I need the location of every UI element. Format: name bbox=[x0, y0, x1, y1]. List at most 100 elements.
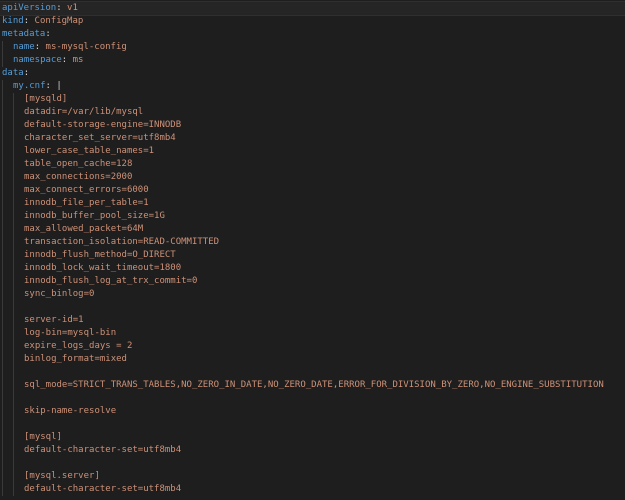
indent-guide bbox=[2, 197, 3, 210]
code-line[interactable]: innodb_flush_method=O_DIRECT bbox=[0, 249, 625, 262]
code-text: character_set_server=utf8mb4 bbox=[24, 132, 176, 145]
colon: : bbox=[23, 16, 30, 26]
indent-guide bbox=[2, 457, 3, 470]
code-text: skip-name-resolve bbox=[24, 405, 116, 418]
code-text: lower_case_table_names=1 bbox=[24, 145, 154, 158]
indent-guide bbox=[13, 379, 14, 392]
block-text: server-id=1 bbox=[24, 315, 84, 325]
code-text: [mysql] bbox=[24, 431, 62, 444]
code-line[interactable]: table_open_cache=128 bbox=[0, 158, 625, 171]
code-line[interactable]: expire_logs_days = 2 bbox=[0, 340, 625, 353]
code-text: default-character-set=utf8mb4 bbox=[24, 483, 181, 496]
indent-guide bbox=[2, 119, 3, 132]
code-line[interactable]: [mysql.server] bbox=[0, 470, 625, 483]
block-text: character_set_server=utf8mb4 bbox=[24, 133, 176, 143]
indent-guide bbox=[13, 119, 14, 132]
code-line[interactable]: my.cnf: | bbox=[0, 80, 625, 93]
indent-guide bbox=[13, 184, 14, 197]
block-text: [mysql] bbox=[24, 432, 62, 442]
code-line[interactable]: apiVersion: v1 bbox=[0, 1, 625, 16]
block-text: log-bin=mysql-bin bbox=[24, 328, 117, 338]
indent-guide bbox=[2, 275, 3, 288]
yaml-key: name bbox=[13, 42, 35, 52]
code-line[interactable]: max_allowed_packet=64M bbox=[0, 223, 625, 236]
yaml-value: ConfigMap bbox=[34, 16, 84, 26]
code-line[interactable]: kind: ConfigMap bbox=[0, 15, 625, 28]
block-text: lower_case_table_names=1 bbox=[24, 146, 155, 156]
code-line[interactable]: innodb_flush_log_at_trx_commit=0 bbox=[0, 275, 625, 288]
indent-guide bbox=[13, 158, 14, 171]
code-line[interactable]: transaction_isolation=READ-COMMITTED bbox=[0, 236, 625, 249]
colon: : bbox=[45, 29, 51, 39]
code-line[interactable]: data: bbox=[0, 67, 625, 80]
indent-guide bbox=[2, 236, 3, 249]
indent-guide bbox=[13, 275, 14, 288]
indent-guide bbox=[2, 392, 3, 405]
code-line[interactable]: name: ms-mysql-config bbox=[0, 41, 625, 54]
block-text: binlog_format=mixed bbox=[24, 354, 127, 364]
block-text: skip-name-resolve bbox=[24, 406, 117, 416]
code-text: max_connect_errors=6000 bbox=[24, 184, 149, 197]
indent-guide bbox=[2, 80, 3, 93]
code-line[interactable]: innodb_file_per_table=1 bbox=[0, 197, 625, 210]
code-line[interactable] bbox=[0, 457, 625, 470]
code-line[interactable] bbox=[0, 301, 625, 314]
colon: : bbox=[45, 81, 51, 91]
code-line[interactable]: binlog_format=mixed bbox=[0, 353, 625, 366]
colon: : bbox=[34, 42, 41, 52]
indent-guide bbox=[13, 366, 14, 379]
indent-guide bbox=[13, 301, 14, 314]
code-line[interactable] bbox=[0, 418, 625, 431]
code-line[interactable]: innodb_buffer_pool_size=1G bbox=[0, 210, 625, 223]
colon: : bbox=[23, 68, 30, 78]
block-text: datadir=/var/lib/mysql bbox=[24, 107, 144, 117]
block-text: innodb_flush_method=O_DIRECT bbox=[24, 250, 176, 260]
code-text: apiVersion: v1 bbox=[2, 2, 78, 15]
code-line[interactable] bbox=[0, 392, 625, 405]
code-line[interactable] bbox=[0, 366, 625, 379]
indent-guide bbox=[2, 340, 3, 353]
indent-guide bbox=[13, 171, 14, 184]
colon: : bbox=[56, 3, 62, 13]
code-line[interactable]: namespace: ms bbox=[0, 54, 625, 67]
yaml-value: ms bbox=[72, 55, 84, 65]
indent-guide bbox=[13, 483, 14, 496]
indent-guide bbox=[2, 314, 3, 327]
block-text: [mysql.server] bbox=[24, 471, 100, 481]
code-editor[interactable]: apiVersion: v1 kind: ConfigMap metadata: na… bbox=[0, 0, 625, 500]
code-text: transaction_isolation=READ-COMMITTED bbox=[24, 236, 219, 249]
code-text: my.cnf: | bbox=[13, 80, 62, 93]
code-line[interactable]: [mysql] bbox=[0, 431, 625, 444]
indent-guide bbox=[2, 288, 3, 301]
block-text: default-character-set=utf8mb4 bbox=[24, 445, 182, 455]
code-line[interactable]: metadata: bbox=[0, 28, 625, 41]
code-text: data: bbox=[2, 67, 29, 80]
indent-guide bbox=[2, 405, 3, 418]
indent-guide bbox=[2, 54, 3, 67]
code-line[interactable]: skip-name-resolve bbox=[0, 405, 625, 418]
code-line[interactable]: log-bin=mysql-bin bbox=[0, 327, 625, 340]
indent-guide bbox=[2, 132, 3, 145]
code-line[interactable]: [mysqld] bbox=[0, 93, 625, 106]
code-line[interactable]: lower_case_table_names=1 bbox=[0, 145, 625, 158]
code-line[interactable]: sql_mode=STRICT_TRANS_TABLES,NO_ZERO_IN_… bbox=[0, 379, 625, 392]
indent-guide bbox=[13, 197, 14, 210]
code-line[interactable]: default-character-set=utf8mb4 bbox=[0, 444, 625, 457]
indent-guide bbox=[2, 379, 3, 392]
indent-guide bbox=[2, 106, 3, 119]
code-line[interactable]: server-id=1 bbox=[0, 314, 625, 327]
code-line[interactable]: max_connect_errors=6000 bbox=[0, 184, 625, 197]
code-line[interactable]: default-storage-engine=INNODB bbox=[0, 119, 625, 132]
indent-guide bbox=[2, 366, 3, 379]
indent-guide bbox=[2, 93, 3, 106]
code-line[interactable]: innodb_lock_wait_timeout=1800 bbox=[0, 262, 625, 275]
code-line[interactable]: character_set_server=utf8mb4 bbox=[0, 132, 625, 145]
code-text: log-bin=mysql-bin bbox=[24, 327, 116, 340]
code-line[interactable]: max_connections=2000 bbox=[0, 171, 625, 184]
indent-guide bbox=[2, 145, 3, 158]
code-line[interactable]: sync_binlog=0 bbox=[0, 288, 625, 301]
code-text: default-character-set=utf8mb4 bbox=[24, 444, 181, 457]
code-line[interactable]: default-character-set=utf8mb4 bbox=[0, 483, 625, 496]
block-text: expire_logs_days = 2 bbox=[24, 341, 133, 351]
code-line[interactable]: datadir=/var/lib/mysql bbox=[0, 106, 625, 119]
